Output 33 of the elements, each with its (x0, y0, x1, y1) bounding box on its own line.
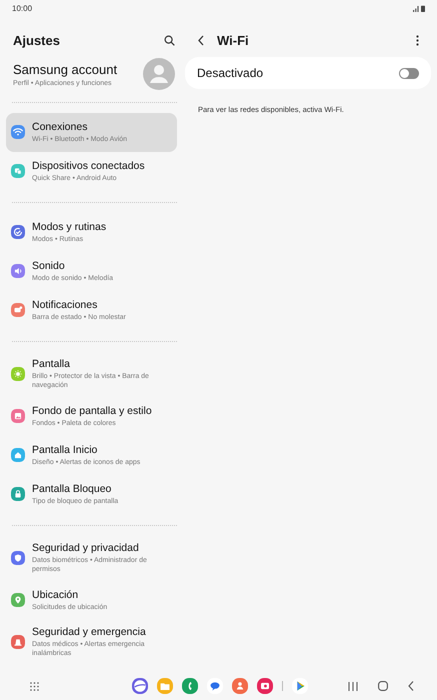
item-title: Ubicación (32, 588, 80, 602)
battery-icon (421, 4, 425, 12)
item-title: Modos y rutinas (32, 220, 106, 234)
item-title: Fondo de pantalla y estilo (32, 404, 152, 418)
recents-icon[interactable] (348, 682, 358, 690)
item-title: Seguridad y privacidad (32, 542, 140, 555)
person-icon[interactable] (232, 678, 248, 694)
camera-icon[interactable] (257, 678, 273, 694)
toggle-label: Desactivado (197, 66, 264, 80)
chat-bubble-icon[interactable] (207, 678, 223, 694)
signal-icon (413, 6, 419, 12)
item-title: Pantalla (32, 358, 71, 371)
back-icon[interactable] (408, 681, 414, 691)
more-options-icon[interactable] (416, 34, 418, 46)
planet-icon[interactable] (132, 678, 148, 694)
item-title: Conexiones (32, 120, 88, 134)
play-store-icon[interactable] (292, 678, 308, 694)
item-title: Dispositivos conectados (32, 160, 145, 172)
item-title: Seguridad y emergencia (32, 626, 147, 639)
search-icon[interactable] (164, 34, 174, 46)
page-title: Ajustes (13, 32, 60, 48)
apps-grid-icon[interactable] (30, 682, 39, 690)
item-title: Pantalla Bloqueo (32, 482, 112, 496)
item-title: Pantalla Inicio (32, 444, 98, 456)
home-icon[interactable] (378, 681, 388, 691)
status-time: 10:00 (12, 4, 32, 12)
back-icon[interactable] (198, 34, 204, 46)
account-name[interactable]: Samsung account (13, 62, 118, 76)
phone-icon[interactable] (182, 678, 198, 694)
wifi-switch[interactable] (399, 68, 419, 78)
item-title: Notificaciones (32, 298, 98, 312)
item-title: Sonido (32, 260, 66, 272)
page-title: Wi-Fi (217, 32, 250, 48)
